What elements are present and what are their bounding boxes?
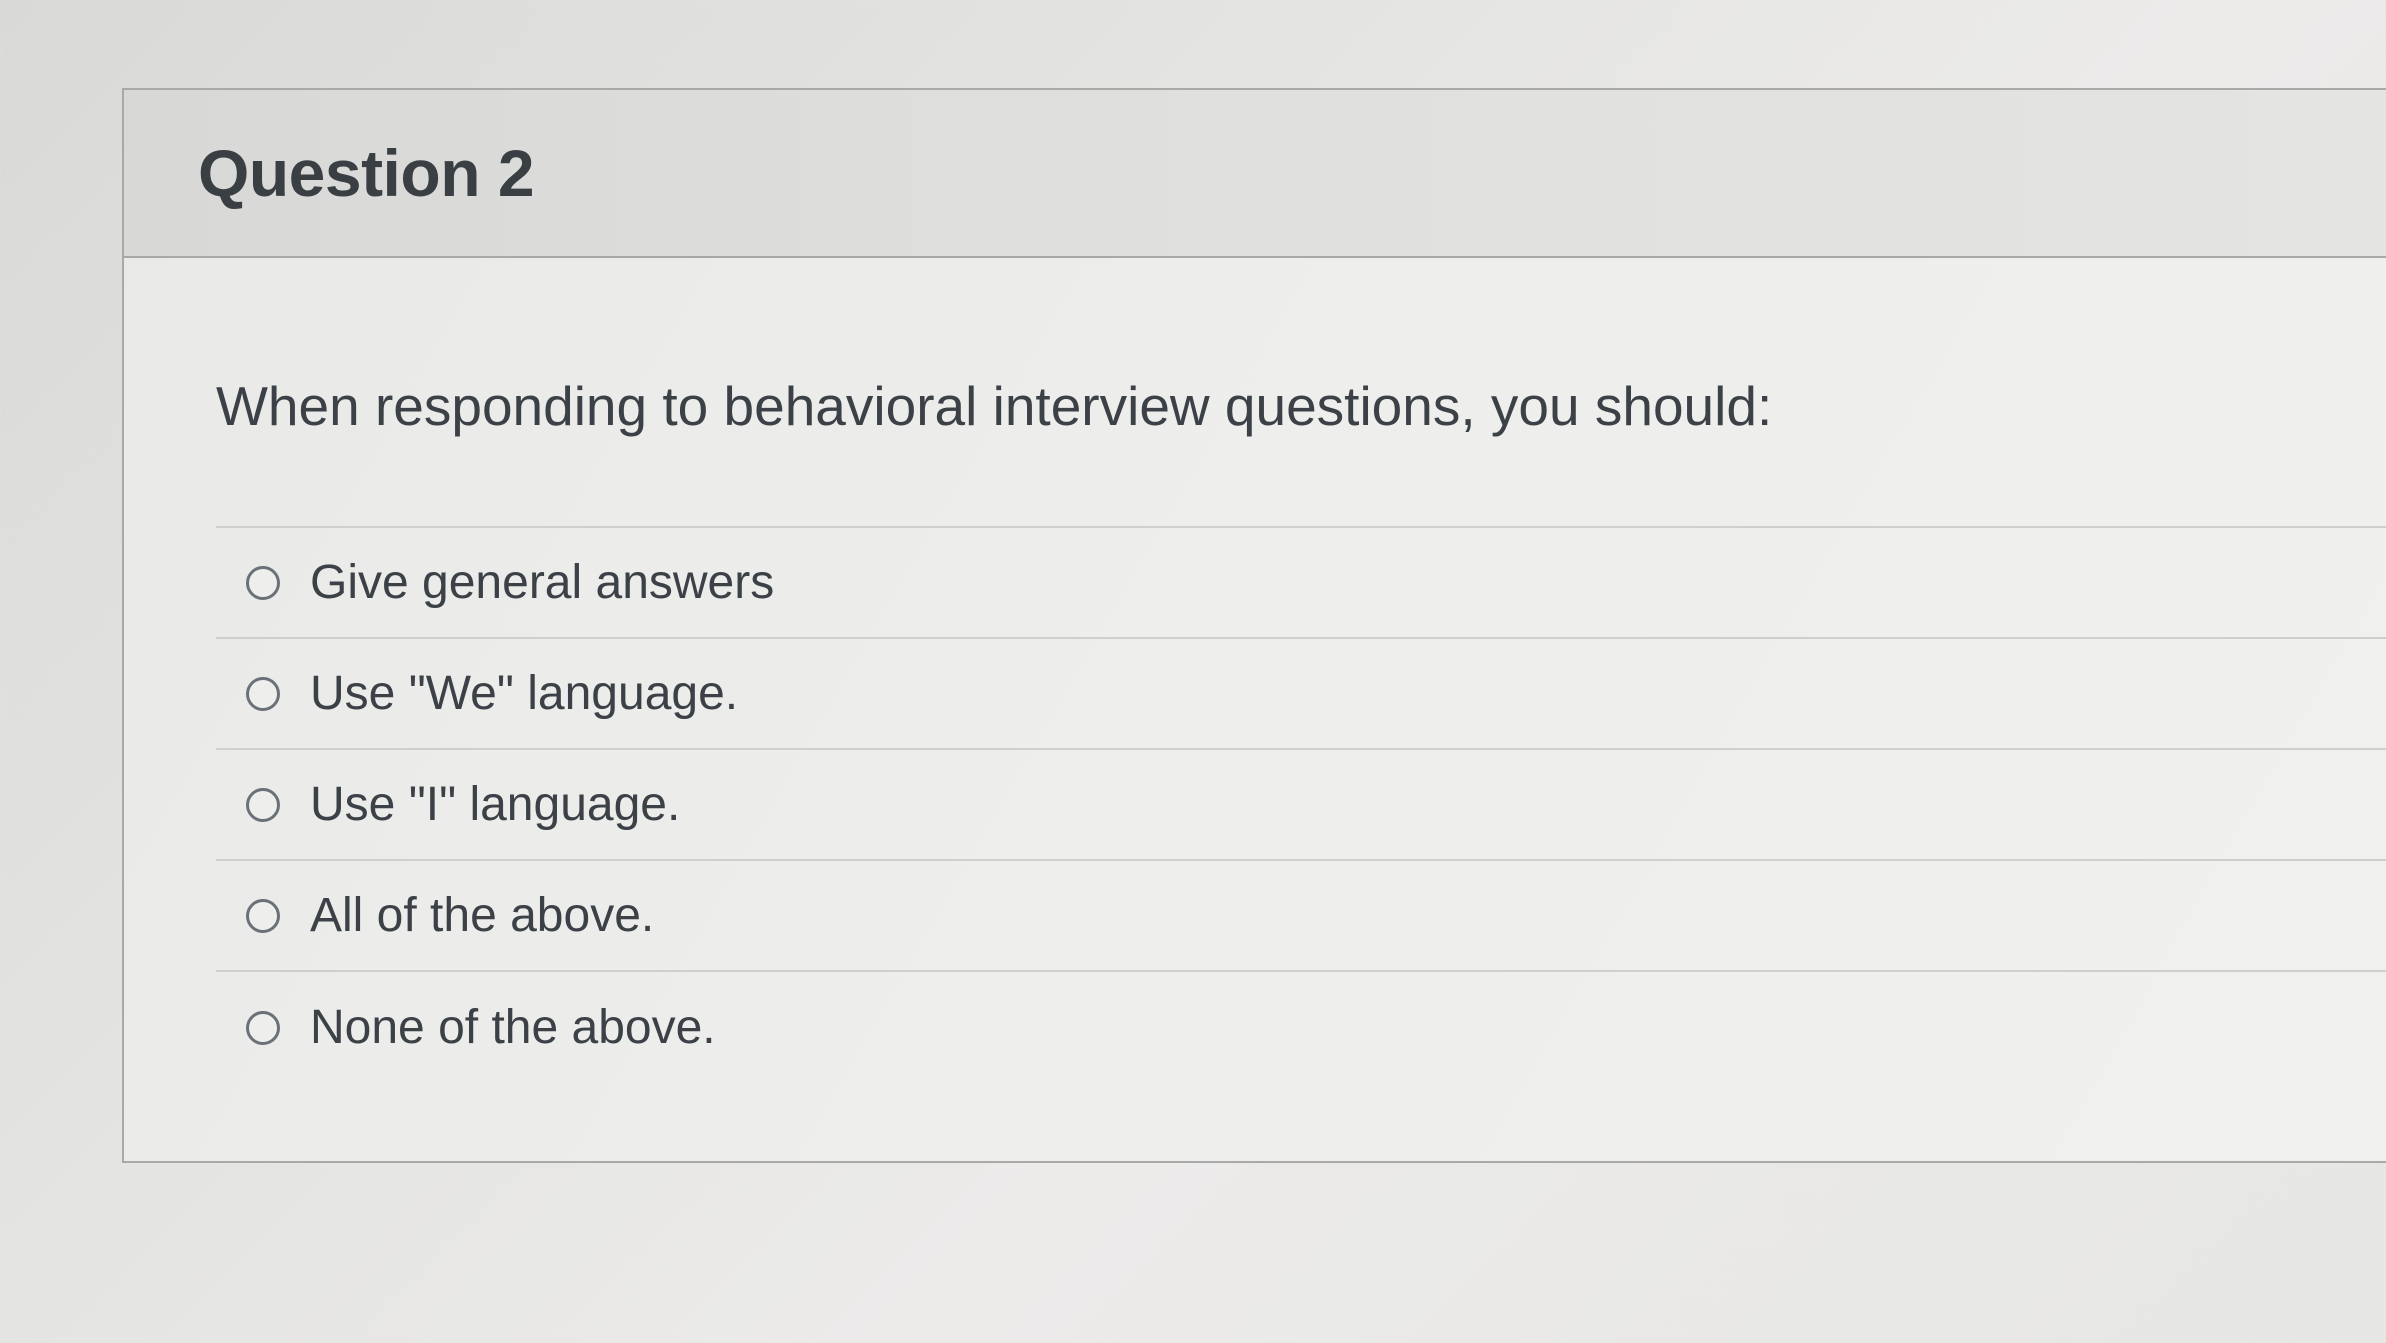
answer-label: Use "We" language. bbox=[310, 667, 739, 720]
answer-option-2[interactable]: Use "We" language. bbox=[216, 639, 2386, 750]
question-body: When responding to behavioral interview … bbox=[124, 366, 2386, 1083]
radio-button[interactable] bbox=[246, 898, 280, 933]
answer-list: Give general answers Use "We" language. … bbox=[216, 526, 2386, 1083]
radio-button[interactable] bbox=[246, 787, 280, 822]
answer-option-3[interactable]: Use "I" language. bbox=[216, 750, 2386, 861]
answer-option-1[interactable]: Give general answers bbox=[216, 528, 2386, 639]
question-text: When responding to behavioral interview … bbox=[216, 375, 1773, 437]
radio-button[interactable] bbox=[246, 1010, 280, 1045]
answer-option-5[interactable]: None of the above. bbox=[216, 972, 2386, 1083]
radio-button[interactable] bbox=[246, 565, 280, 600]
question-card: Question 2 When responding to behavioral… bbox=[122, 88, 2386, 1163]
answer-label: None of the above. bbox=[310, 1001, 716, 1054]
answer-label: All of the above. bbox=[310, 889, 655, 942]
answer-option-4[interactable]: All of the above. bbox=[216, 861, 2386, 972]
question-title: Question 2 bbox=[198, 136, 535, 210]
radio-button[interactable] bbox=[246, 676, 280, 711]
question-header: Question 2 bbox=[124, 90, 2386, 258]
answer-label: Use "I" language. bbox=[310, 778, 681, 831]
answer-label: Give general answers bbox=[310, 556, 775, 609]
